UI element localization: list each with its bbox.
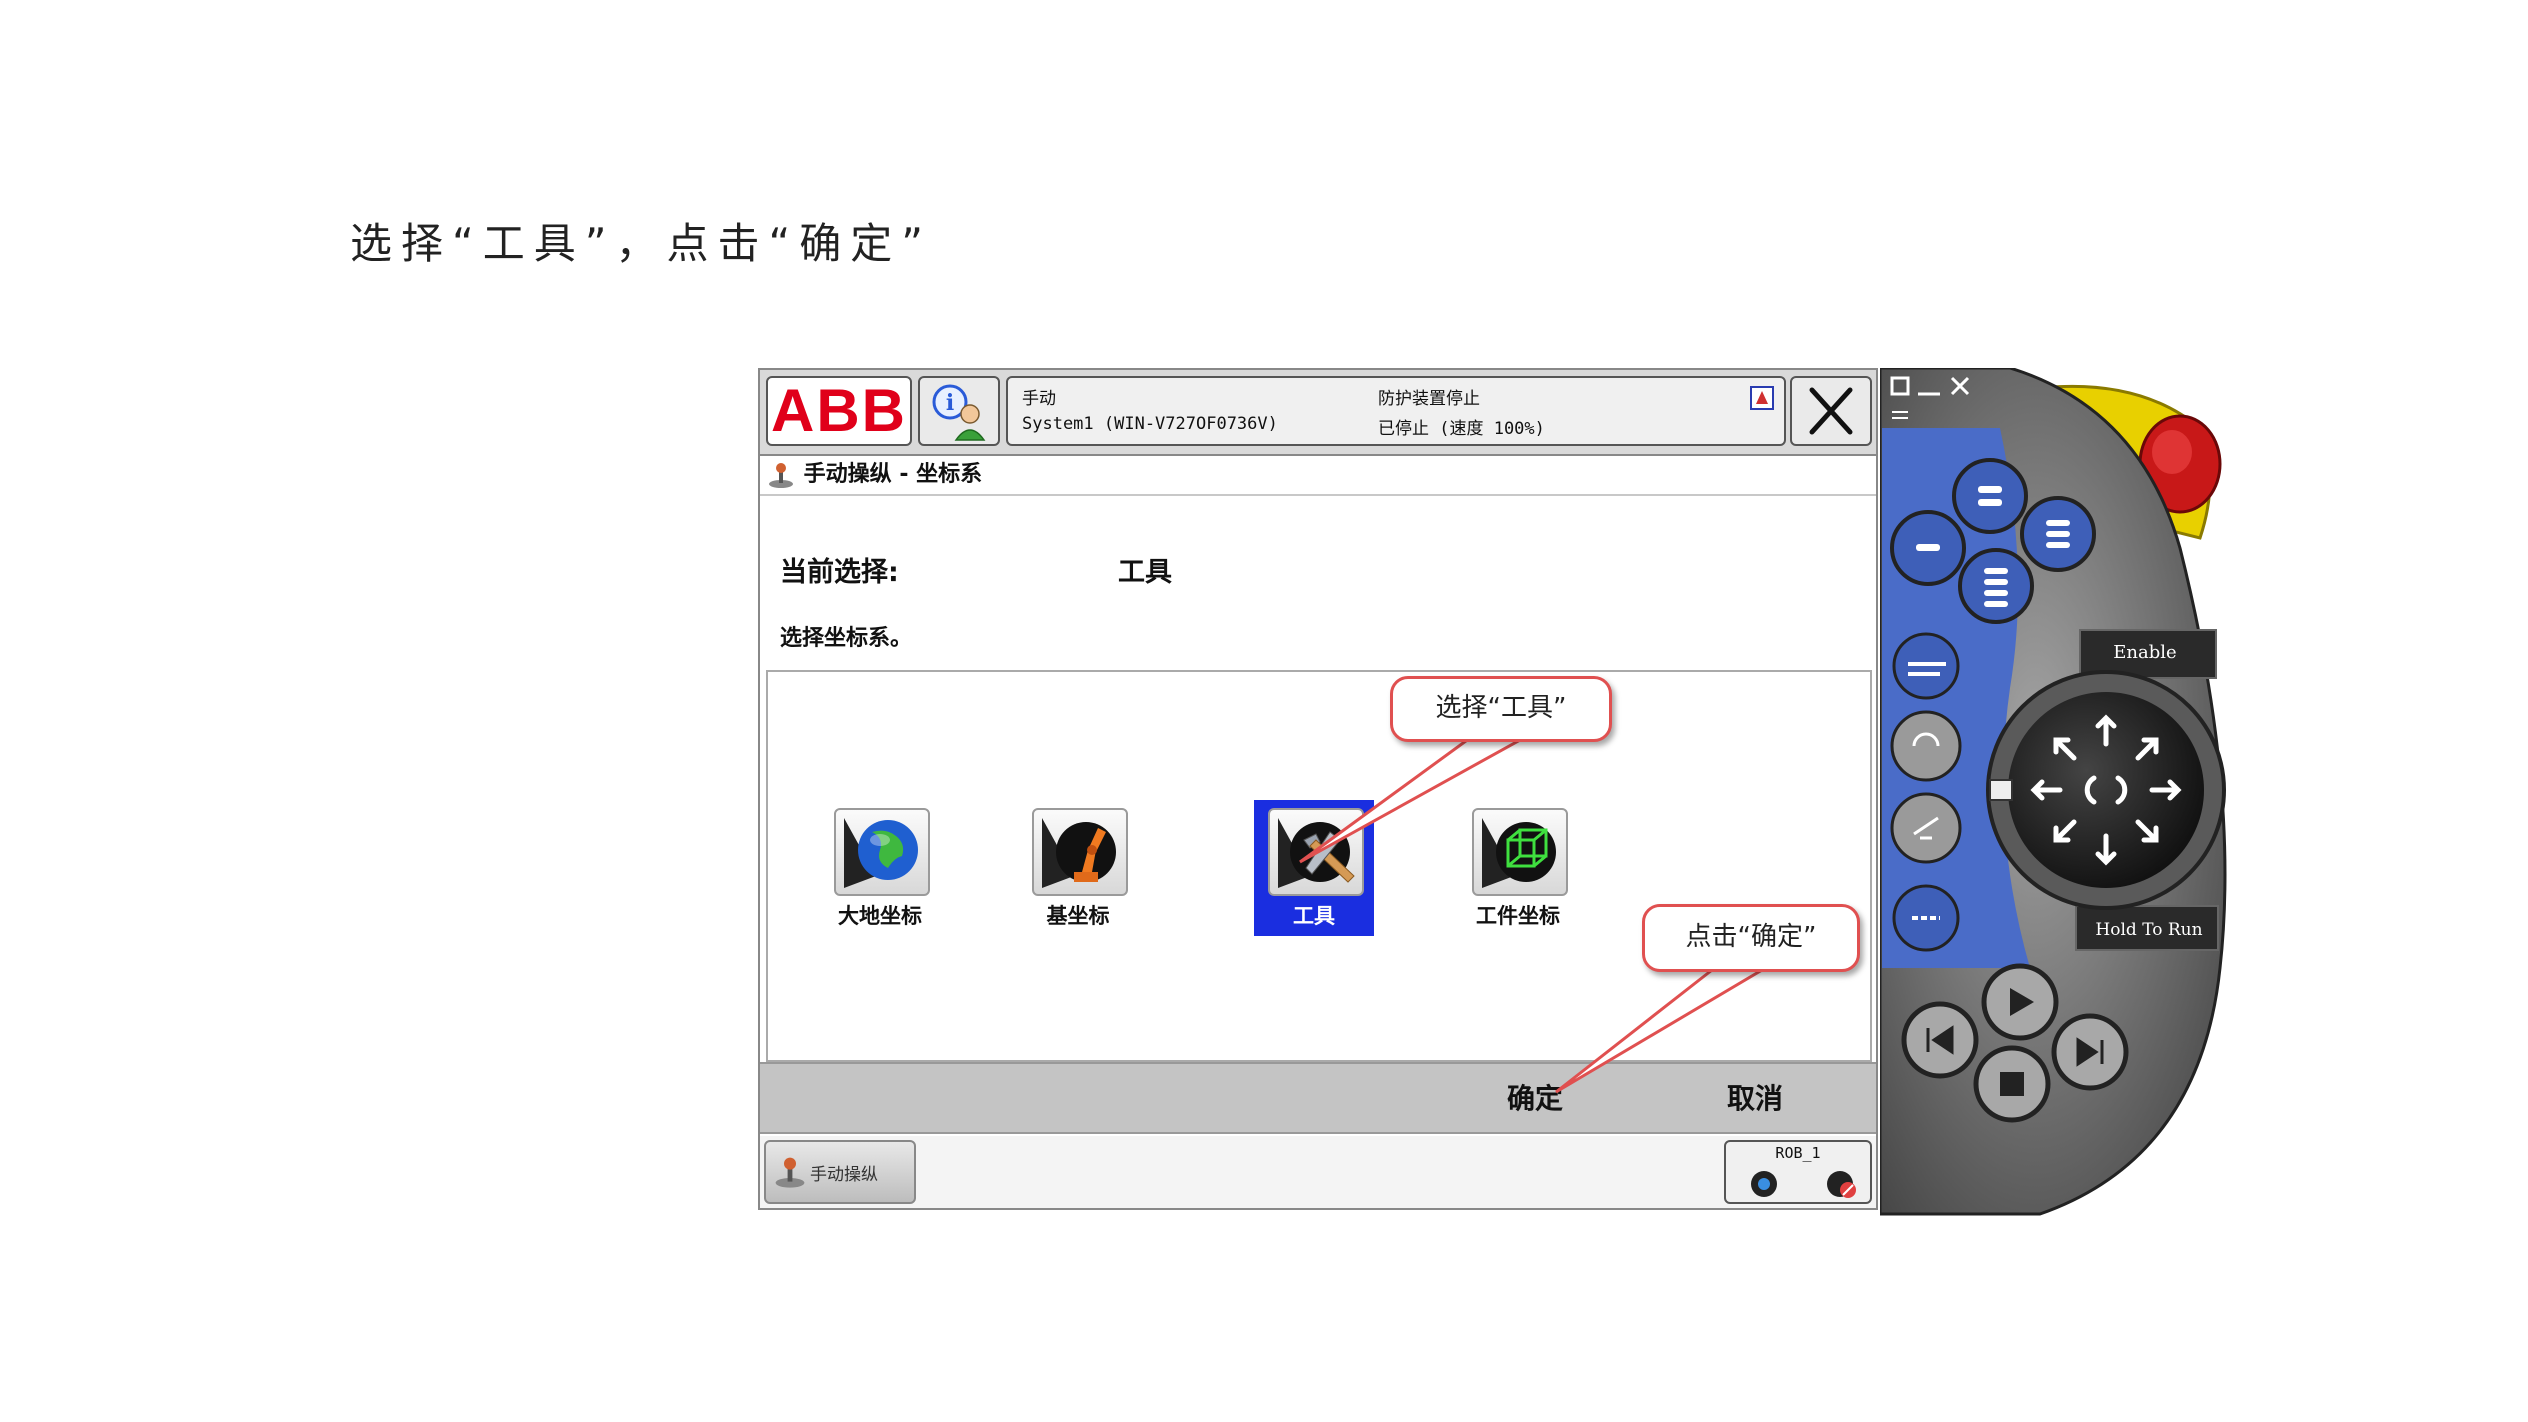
- status-panel: 手动 System1 (WIN-V727OF0736V) 防护装置停止 已停止 …: [1006, 376, 1786, 446]
- svg-text:i: i: [946, 390, 954, 416]
- stop-icon: [2000, 1072, 2024, 1096]
- quickset-button[interactable]: ROB_1: [1724, 1140, 1872, 1204]
- command-bar: 确定 取消: [760, 1062, 1876, 1134]
- abb-menu-button[interactable]: ABB: [766, 376, 912, 446]
- programmable-key-4[interactable]: [1958, 548, 2034, 624]
- guard-status: 防护装置停止: [1378, 389, 1480, 409]
- jog-task-label: 手动操纵: [810, 1165, 878, 1185]
- step-backward-button[interactable]: [1901, 1001, 1979, 1079]
- dash-key[interactable]: [1892, 884, 1960, 952]
- abb-logo: ABB: [771, 377, 907, 444]
- breadcrumb-text: 手动操纵 - 坐标系: [803, 462, 983, 487]
- base-tile: [1032, 808, 1128, 896]
- mechanical-unit-icon: [1751, 1171, 1856, 1198]
- system-name: System1 (WIN-V727OF0736V): [1022, 414, 1278, 434]
- mechanical-unit-key[interactable]: [1892, 632, 1960, 700]
- close-button[interactable]: [1790, 376, 1872, 446]
- coordinate-frame-list: 大地坐标 基坐标 工具 工件坐标: [766, 670, 1872, 1062]
- frame-option-workobject[interactable]: 工件坐标: [1458, 800, 1578, 936]
- breadcrumb: 手动操纵 - 坐标系: [766, 456, 982, 496]
- wireframe-cube-icon: [1482, 818, 1556, 888]
- status-flag-icon: [1750, 386, 1774, 410]
- motion-mode-key[interactable]: [1890, 710, 1962, 782]
- frame-option-tool[interactable]: 工具: [1254, 800, 1374, 936]
- globe-icon: [844, 818, 918, 888]
- event-log-button[interactable]: i: [918, 376, 1000, 446]
- increment-key[interactable]: [1890, 792, 1962, 864]
- frame-option-base[interactable]: 基坐标: [1018, 800, 1138, 936]
- programmable-key-2[interactable]: [1890, 510, 1966, 586]
- ok-button[interactable]: 确定: [1460, 1064, 1610, 1134]
- current-selection-label: 当前选择:: [780, 557, 899, 588]
- robot-arm-icon: [1042, 818, 1116, 888]
- operating-mode: 手动: [1022, 389, 1056, 409]
- instruction-hint: 选择坐标系。: [780, 626, 913, 651]
- stop-button[interactable]: [1973, 1045, 2051, 1123]
- start-button[interactable]: [1981, 963, 2059, 1041]
- joystick[interactable]: [1986, 670, 2226, 910]
- world-tile: [834, 808, 930, 896]
- callout-select-tool: 选择“工具”: [1390, 676, 1612, 742]
- joystick-icon: [769, 463, 793, 488]
- tool-tile: [1268, 808, 1364, 896]
- hold-to-run-label: Hold To Run: [2095, 920, 2203, 940]
- frame-option-label: 工具: [1293, 904, 1335, 928]
- frame-option-label: 工件坐标: [1476, 904, 1560, 928]
- instruction-heading: 选择“工具”，点击“确定”: [350, 219, 933, 268]
- run-state: 已停止 (速度 100%): [1378, 419, 1545, 439]
- step-forward-button[interactable]: [2051, 1013, 2129, 1091]
- jog-task-button[interactable]: 手动操纵: [764, 1140, 916, 1204]
- hammer-icon: [1278, 818, 1355, 888]
- close-icon: [1809, 387, 1853, 435]
- frame-option-label: 基坐标: [1046, 904, 1110, 928]
- top-bar: ABB i 手动 System1 (WIN-V727OF0736V) 防护装置停…: [760, 370, 1876, 456]
- programmable-key-1[interactable]: [1952, 458, 2028, 534]
- frame-option-world[interactable]: 大地坐标: [820, 800, 940, 936]
- workobject-tile: [1472, 808, 1568, 896]
- joystick-icon: [775, 1157, 805, 1188]
- rob-label: ROB_1: [1775, 1144, 1821, 1162]
- current-selection-value: 工具: [1118, 557, 1172, 588]
- enable-label: Enable: [2113, 642, 2177, 663]
- info-user-icon: i: [932, 384, 986, 441]
- cancel-button[interactable]: 取消: [1680, 1064, 1830, 1134]
- usb-port: [1989, 779, 2013, 801]
- pendant-screen: ABB i 手动 System1 (WIN-V727OF0736V) 防护装置停…: [758, 368, 1878, 1210]
- taskbar: 手动操纵 ROB_1: [760, 1136, 1876, 1208]
- pendant-hardware: [1880, 368, 2227, 1216]
- programmable-key-3[interactable]: [2020, 496, 2096, 572]
- frame-option-label: 大地坐标: [838, 904, 922, 928]
- callout-click-ok: 点击“确定”: [1642, 904, 1860, 972]
- divider: [760, 494, 1876, 496]
